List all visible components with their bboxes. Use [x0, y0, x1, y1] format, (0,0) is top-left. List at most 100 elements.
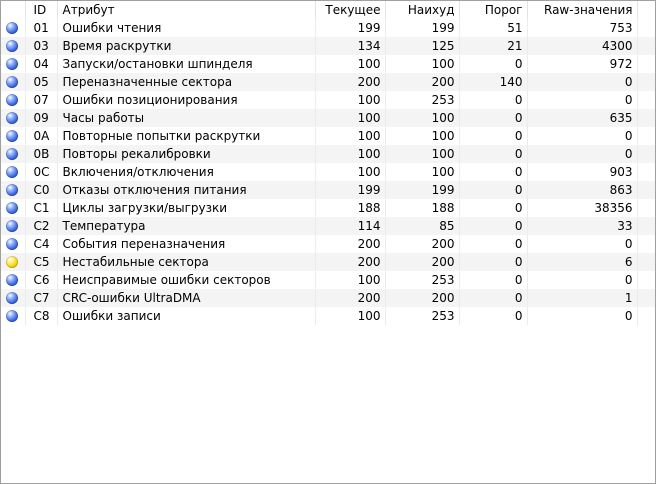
table-row[interactable]: 05 Переназначенные сектора 200 200 140 0 — [1, 73, 655, 91]
column-header-current[interactable]: Текущее — [315, 1, 386, 19]
worst-cell: 100 — [385, 163, 460, 181]
table-row[interactable]: C8 Ошибки записи 100 253 0 0 — [1, 307, 655, 325]
threshold-cell: 0 — [459, 271, 528, 289]
raw-value-cell: 38356 — [527, 199, 638, 217]
ok-status-icon — [6, 76, 18, 88]
filler-cell — [637, 217, 655, 235]
filler-cell — [637, 91, 655, 109]
raw-value-cell: 0 — [527, 235, 638, 253]
threshold-cell: 0 — [459, 109, 528, 127]
id-cell: 09 — [25, 109, 58, 127]
filler-cell — [637, 37, 655, 55]
ok-status-icon — [6, 130, 18, 142]
worst-cell: 100 — [385, 145, 460, 163]
column-header-status[interactable] — [1, 1, 26, 19]
table-row[interactable]: 0A Повторные попытки раскрутки 100 100 0 0 — [1, 127, 655, 145]
id-cell: 0A — [25, 127, 58, 145]
raw-value-cell: 903 — [527, 163, 638, 181]
table-row[interactable]: 09 Часы работы 100 100 0 635 — [1, 109, 655, 127]
ok-status-icon — [6, 274, 18, 286]
attribute-cell: Переназначенные сектора — [57, 73, 316, 91]
id-cell: 05 — [25, 73, 58, 91]
table-row[interactable]: C0 Отказы отключения питания 199 199 0 863 — [1, 181, 655, 199]
raw-value-cell: 1 — [527, 289, 638, 307]
table-row[interactable]: C4 События переназначения 200 200 0 0 — [1, 235, 655, 253]
status-cell — [1, 91, 26, 109]
id-cell: 07 — [25, 91, 58, 109]
id-cell: 0B — [25, 145, 58, 163]
threshold-cell: 0 — [459, 217, 528, 235]
attribute-cell: Повторные попытки раскрутки — [57, 127, 316, 145]
raw-value-cell: 33 — [527, 217, 638, 235]
status-cell — [1, 37, 26, 55]
threshold-cell: 0 — [459, 307, 528, 325]
worst-cell: 85 — [385, 217, 460, 235]
filler-cell — [637, 307, 655, 325]
current-cell: 100 — [315, 127, 386, 145]
id-cell: C5 — [25, 253, 58, 271]
column-header-threshold[interactable]: Порог — [459, 1, 528, 19]
table-row[interactable]: 03 Время раскрутки 134 125 21 4300 — [1, 37, 655, 55]
current-cell: 100 — [315, 55, 386, 73]
table-row[interactable]: C2 Температура 114 85 0 33 — [1, 217, 655, 235]
raw-value-cell: 0 — [527, 307, 638, 325]
status-cell — [1, 55, 26, 73]
table-row[interactable]: C7 CRC-ошибки UltraDMA 200 200 0 1 — [1, 289, 655, 307]
table-row[interactable]: C1 Циклы загрузки/выгрузки 188 188 0 38356 — [1, 199, 655, 217]
warning-status-icon — [6, 256, 18, 268]
attribute-cell: Ошибки позиционирования — [57, 91, 316, 109]
threshold-cell: 0 — [459, 181, 528, 199]
current-cell: 114 — [315, 217, 386, 235]
raw-value-cell: 0 — [527, 145, 638, 163]
table-row[interactable]: 04 Запуски/остановки шпинделя 100 100 0 972 — [1, 55, 655, 73]
worst-cell: 200 — [385, 253, 460, 271]
worst-cell: 200 — [385, 289, 460, 307]
id-cell: 0C — [25, 163, 58, 181]
raw-value-cell: 635 — [527, 109, 638, 127]
status-cell — [1, 181, 26, 199]
attribute-cell: Повторы рекалибровки — [57, 145, 316, 163]
status-cell — [1, 109, 26, 127]
table-row[interactable]: 0C Включения/отключения 100 100 0 903 — [1, 163, 655, 181]
attribute-cell: Циклы загрузки/выгрузки — [57, 199, 316, 217]
threshold-cell: 51 — [459, 19, 528, 37]
id-cell: C2 — [25, 217, 58, 235]
attribute-cell: Ошибки записи — [57, 307, 316, 325]
current-cell: 100 — [315, 163, 386, 181]
id-cell: C1 — [25, 199, 58, 217]
worst-cell: 200 — [385, 235, 460, 253]
column-header-attribute[interactable]: Атрибут — [57, 1, 316, 19]
column-header-worst[interactable]: Наихуд — [385, 1, 460, 19]
status-cell — [1, 19, 26, 37]
status-cell — [1, 73, 26, 91]
raw-value-cell: 972 — [527, 55, 638, 73]
filler-cell — [637, 127, 655, 145]
current-cell: 100 — [315, 91, 386, 109]
current-cell: 199 — [315, 19, 386, 37]
filler-cell — [637, 73, 655, 91]
ok-status-icon — [6, 40, 18, 52]
table-row[interactable]: C5 Нестабильные сектора 200 200 0 6 — [1, 253, 655, 271]
attribute-cell: Неисправимые ошибки секторов — [57, 271, 316, 289]
threshold-cell: 0 — [459, 235, 528, 253]
worst-cell: 199 — [385, 181, 460, 199]
table-row[interactable]: 01 Ошибки чтения 199 199 51 753 — [1, 19, 655, 37]
table-row[interactable]: C6 Неисправимые ошибки секторов 100 253 0 0 — [1, 271, 655, 289]
threshold-cell: 0 — [459, 145, 528, 163]
table-body: 01 Ошибки чтения 199 199 51 753 03 Время раскру… — [1, 19, 655, 325]
worst-cell: 253 — [385, 91, 460, 109]
ok-status-icon — [6, 94, 18, 106]
worst-cell: 200 — [385, 73, 460, 91]
status-cell — [1, 163, 26, 181]
table-row[interactable]: 0B Повторы рекалибровки 100 100 0 0 — [1, 145, 655, 163]
table-row[interactable]: 07 Ошибки позиционирования 100 253 0 0 — [1, 91, 655, 109]
status-cell — [1, 289, 26, 307]
ok-status-icon — [6, 238, 18, 250]
threshold-cell: 0 — [459, 127, 528, 145]
raw-value-cell: 6 — [527, 253, 638, 271]
attribute-cell: Температура — [57, 217, 316, 235]
column-header-raw[interactable]: Raw-значения — [527, 1, 638, 19]
column-header-id[interactable]: ID — [25, 1, 58, 19]
status-cell — [1, 235, 26, 253]
id-cell: 04 — [25, 55, 58, 73]
